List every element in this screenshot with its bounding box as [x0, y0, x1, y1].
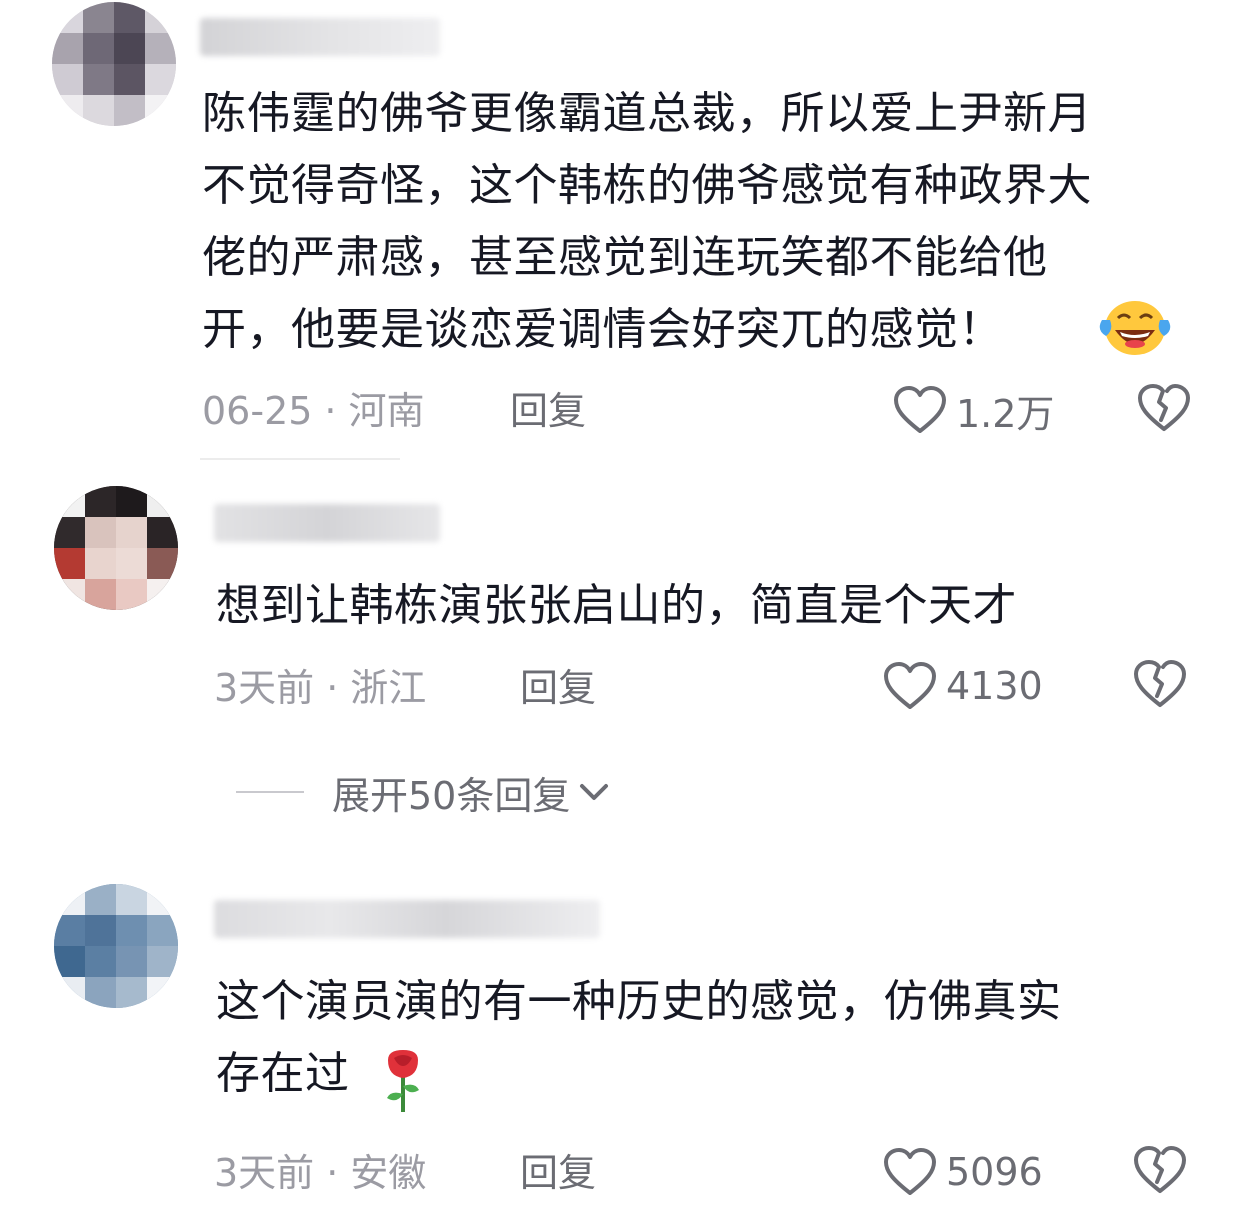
username[interactable]: [214, 504, 440, 542]
comment-text: 想到让韩栋演张张启山的，简直是个天才: [216, 580, 1017, 631]
username[interactable]: [200, 18, 440, 56]
like-button[interactable]: 5096: [882, 1144, 1043, 1200]
comment-date: 3天前: [214, 1151, 315, 1195]
comment-item: 这个演员演的有一种历史的感觉，仿佛真实 存在过 3天前 · 安徽 回复 5096: [0, 870, 1256, 1210]
comment-location: 浙江: [350, 666, 427, 710]
like-button[interactable]: 1.2万: [892, 382, 1054, 438]
comment-text: 这个演员演的有一种历史的感觉，仿佛真实 存在过: [216, 976, 1062, 1099]
chevron-down-icon: [580, 784, 609, 800]
comment-meta: 3天前 · 安徽: [214, 1148, 426, 1198]
expand-replies-button[interactable]: 展开50条回复: [236, 764, 612, 820]
avatar[interactable]: [54, 486, 178, 610]
comment-location: 安徽: [350, 1151, 427, 1195]
comment-date: 06-25: [202, 389, 313, 433]
laughing-with-tears-emoji: [1098, 296, 1172, 362]
comment-location: 河南: [348, 389, 425, 433]
username[interactable]: [214, 900, 600, 938]
like-count: 1.2万: [956, 391, 1055, 436]
comment-meta: 06-25 · 河南: [202, 386, 425, 436]
avatar[interactable]: [54, 884, 178, 1008]
avatar[interactable]: [52, 2, 176, 126]
like-button[interactable]: 4130: [882, 658, 1043, 714]
broken-heart-icon: [1134, 1146, 1186, 1193]
reply-button[interactable]: 回复: [510, 386, 586, 436]
comment-item: 想到让韩栋演张张启山的，简直是个天才 3天前 · 浙江 回复 4130: [0, 470, 1256, 850]
rose-emoji: [378, 1046, 428, 1120]
expand-line: [236, 791, 304, 793]
broken-heart-icon: [1138, 384, 1190, 431]
comment-date: 3天前: [214, 666, 315, 710]
meta-separator: ·: [324, 389, 337, 433]
expand-replies-label: 展开50条回复: [332, 773, 571, 818]
like-count: 4130: [946, 664, 1043, 708]
meta-separator: ·: [326, 1151, 339, 1195]
reply-button[interactable]: 回复: [520, 663, 596, 713]
meta-separator: ·: [326, 666, 339, 710]
reply-button[interactable]: 回复: [520, 1148, 596, 1198]
dislike-button[interactable]: [1132, 658, 1188, 714]
heart-outline-icon: [884, 1148, 936, 1195]
comment-meta: 3天前 · 浙江: [214, 663, 426, 713]
comment-item: 陈伟霆的佛爷更像霸道总裁，所以爱上尹新月 不觉得奇怪，这个韩栋的佛爷感觉有种政界…: [0, 0, 1256, 470]
dislike-button[interactable]: [1136, 382, 1192, 438]
like-count: 5096: [946, 1150, 1043, 1194]
broken-heart-icon: [1134, 660, 1186, 707]
dislike-button[interactable]: [1132, 1144, 1188, 1200]
heart-outline-icon: [894, 386, 946, 433]
comment-divider: [200, 458, 400, 460]
heart-outline-icon: [884, 662, 936, 709]
comment-text: 陈伟霆的佛爷更像霸道总裁，所以爱上尹新月 不觉得奇怪，这个韩栋的佛爷感觉有种政界…: [202, 88, 1092, 355]
